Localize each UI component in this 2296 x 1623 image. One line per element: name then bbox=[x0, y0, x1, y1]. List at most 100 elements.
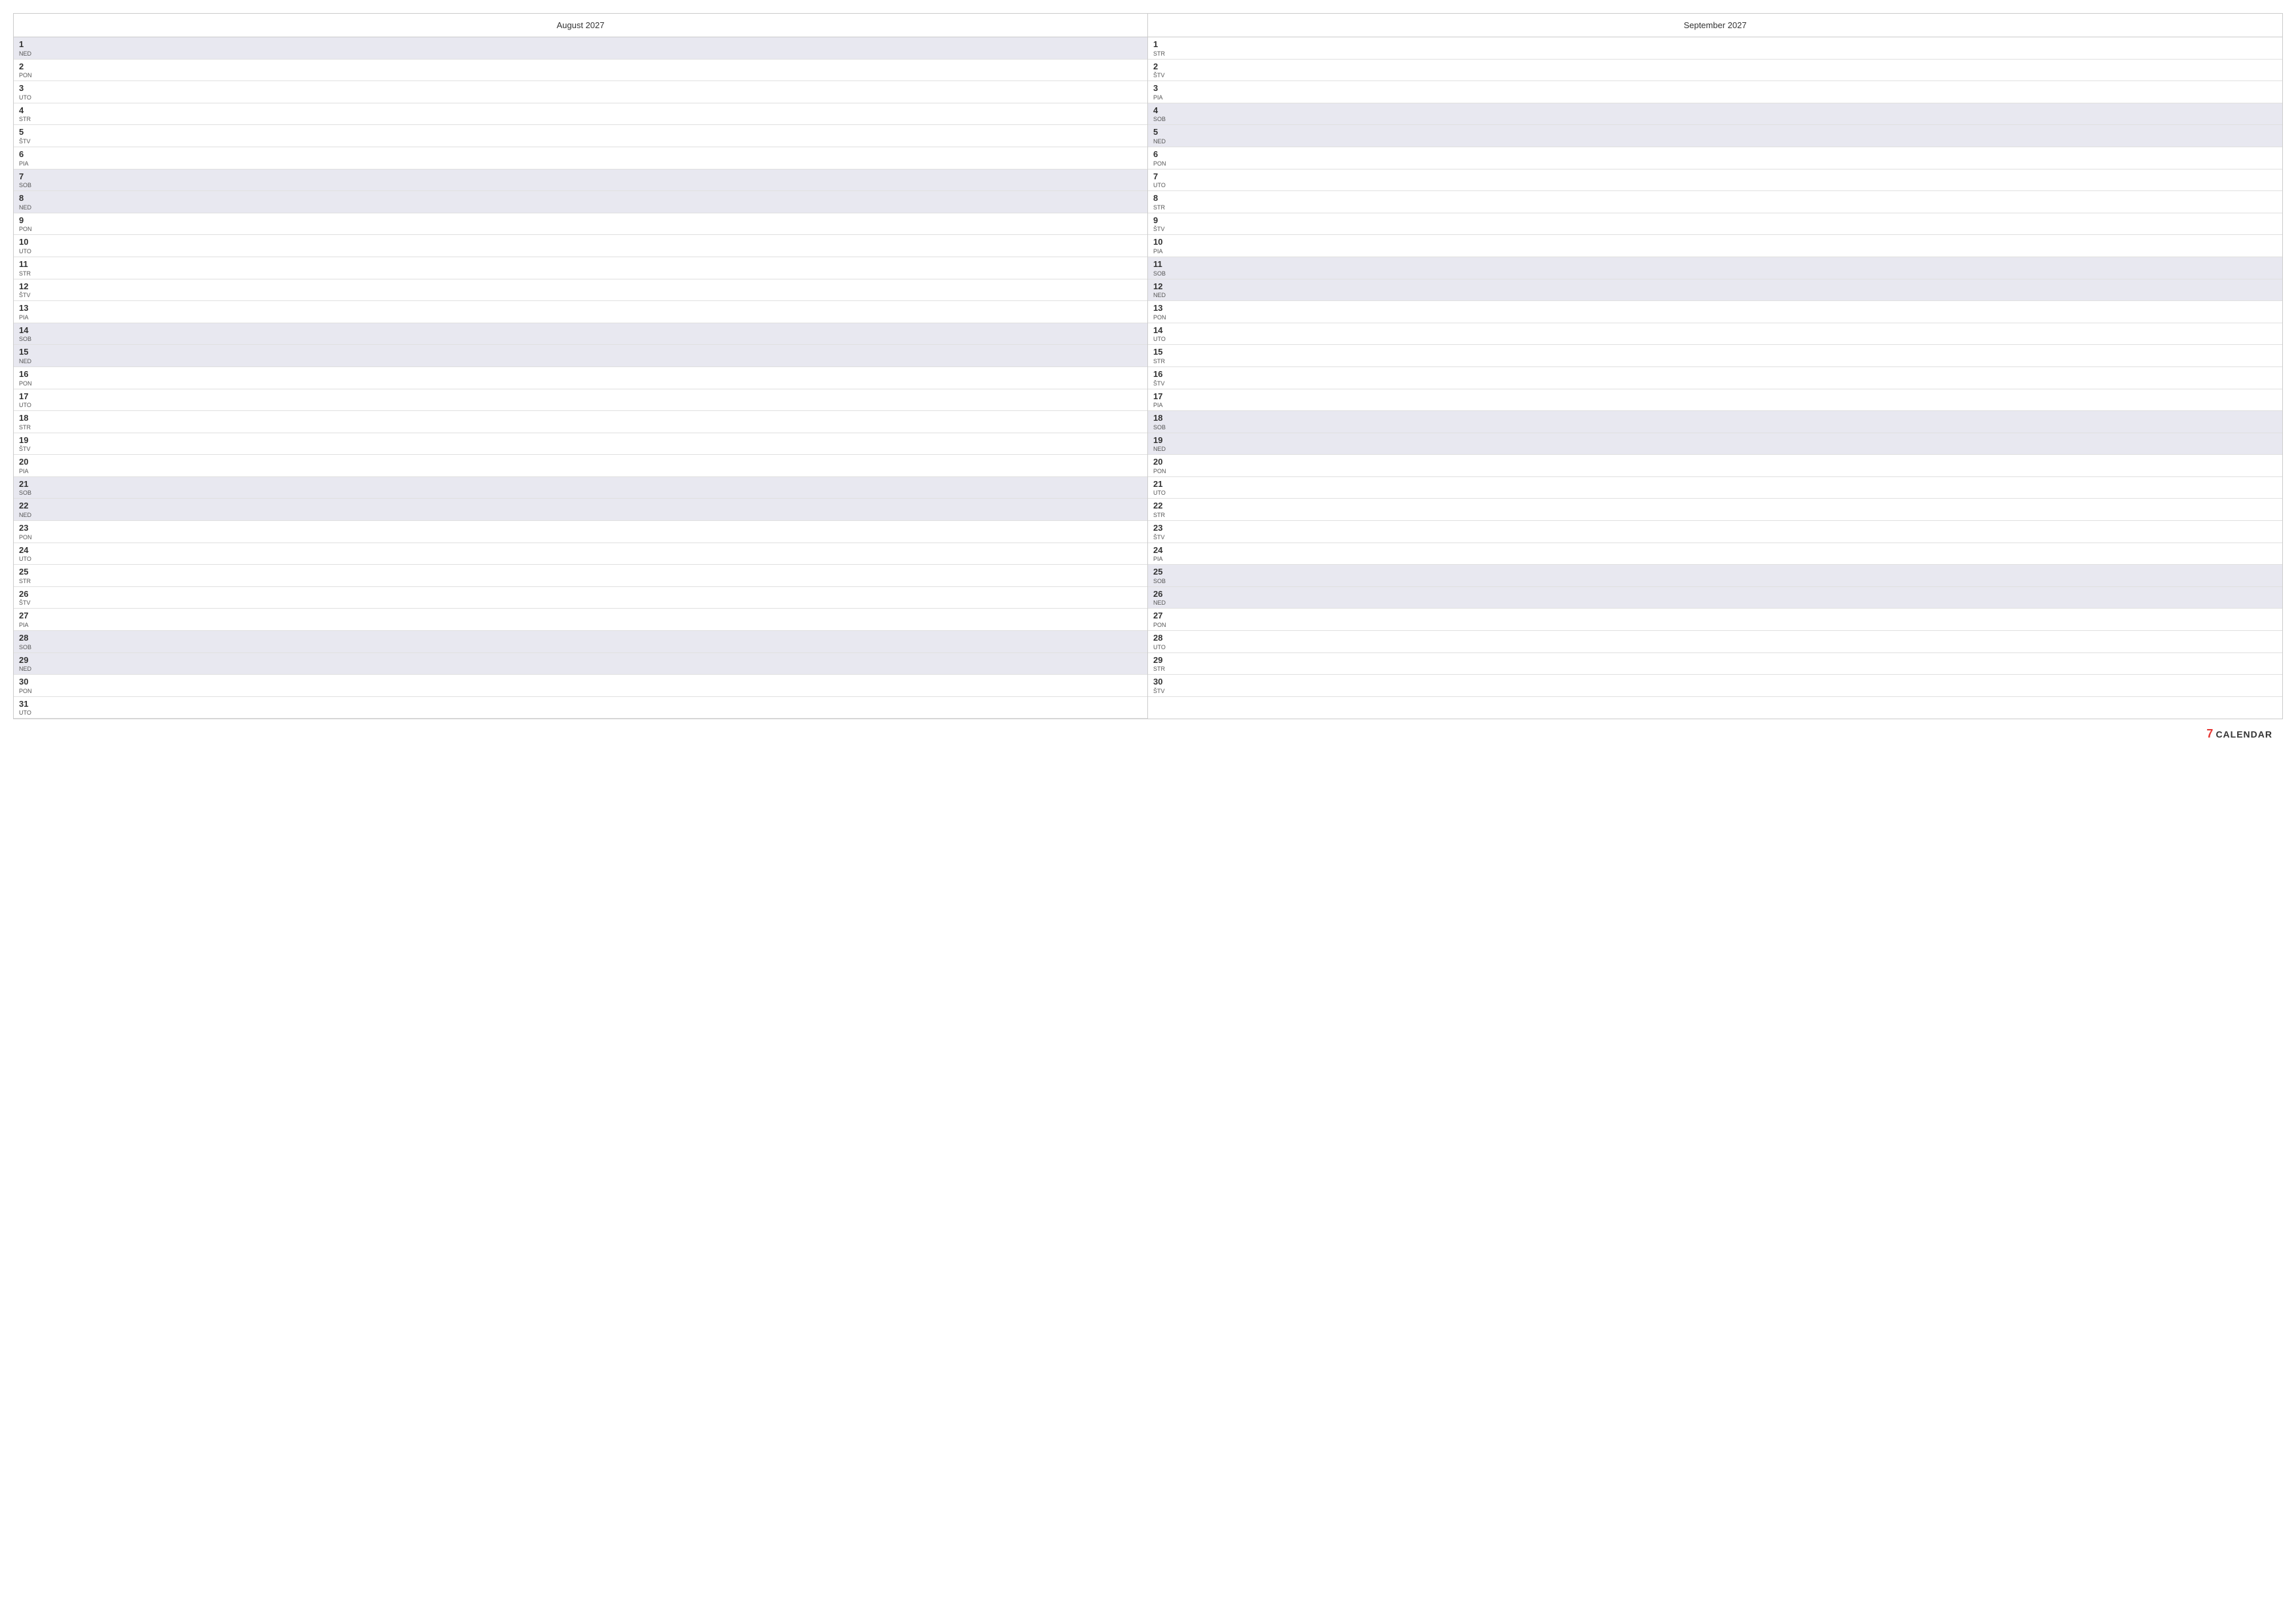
day-info: 26NED bbox=[1153, 589, 1168, 607]
day-info: 10UTO bbox=[19, 237, 33, 255]
day-info: 25STR bbox=[19, 567, 33, 584]
day-number: 3 bbox=[19, 83, 33, 94]
day-info: 4STR bbox=[19, 105, 33, 123]
day-name: PIA bbox=[1153, 402, 1168, 408]
day-row: 29STR bbox=[1148, 653, 2282, 675]
day-name: NED bbox=[1153, 600, 1168, 606]
day-name: PON bbox=[19, 688, 33, 694]
day-name: UTO bbox=[1153, 490, 1168, 496]
day-info: 2PON bbox=[19, 62, 33, 79]
day-name: NED bbox=[1153, 293, 1168, 298]
day-name: PON bbox=[19, 226, 33, 232]
day-row: 23 ŠTV bbox=[1148, 521, 2282, 543]
day-name: SOB bbox=[1153, 579, 1168, 584]
day-info: 25SOB bbox=[1153, 567, 1168, 584]
day-row: 13PON bbox=[1148, 301, 2282, 323]
day-name: ŠTV bbox=[1153, 226, 1168, 232]
day-info: 8NED bbox=[19, 193, 33, 211]
day-number: 13 bbox=[1153, 303, 1168, 313]
day-info: 12NED bbox=[1153, 281, 1168, 299]
day-name: PIA bbox=[19, 622, 33, 628]
day-info: 18STR bbox=[19, 413, 33, 431]
day-name: NED bbox=[19, 205, 33, 211]
day-name: SOB bbox=[19, 490, 33, 496]
day-row: 27PON bbox=[1148, 609, 2282, 631]
footer: 7 CALENDAR bbox=[13, 722, 2283, 746]
day-number: 16 bbox=[19, 369, 33, 380]
day-row: 11SOB bbox=[1148, 257, 2282, 279]
day-row: 5NED bbox=[1148, 125, 2282, 147]
day-row: 6PON bbox=[1148, 147, 2282, 169]
day-number: 15 bbox=[19, 347, 33, 357]
day-info: 17PIA bbox=[1153, 391, 1168, 409]
day-info: 30ŠTV bbox=[1153, 677, 1168, 694]
day-row: 1NED bbox=[14, 37, 1147, 60]
day-row: 17PIA bbox=[1148, 389, 2282, 412]
day-name: STR bbox=[19, 425, 33, 431]
day-row: 27PIA bbox=[14, 609, 1147, 631]
day-info: 11SOB bbox=[1153, 259, 1168, 277]
day-row: 28UTO bbox=[1148, 631, 2282, 653]
day-info: 8STR bbox=[1153, 193, 1168, 211]
day-info: 27PON bbox=[1153, 611, 1168, 628]
day-info: 26ŠTV bbox=[19, 589, 33, 607]
day-number: 24 bbox=[19, 545, 33, 556]
day-row: 24PIA bbox=[1148, 543, 2282, 565]
day-info: 17UTO bbox=[19, 391, 33, 409]
day-number: 16 bbox=[1153, 369, 1168, 380]
day-info: 27PIA bbox=[19, 611, 33, 628]
day-row: 31UTO bbox=[14, 697, 1147, 719]
day-number: 11 bbox=[19, 259, 33, 270]
day-row: 18STR bbox=[14, 411, 1147, 433]
day-row: 15STR bbox=[1148, 345, 2282, 367]
day-info: 23PON bbox=[19, 523, 33, 541]
day-name: PON bbox=[19, 73, 33, 79]
day-info: 11STR bbox=[19, 259, 33, 277]
day-number: 30 bbox=[1153, 677, 1168, 687]
month-header-0: August 2027 bbox=[14, 14, 1147, 37]
day-number: 26 bbox=[19, 589, 33, 599]
day-number: 9 bbox=[1153, 215, 1168, 226]
day-number: 5 bbox=[1153, 127, 1168, 137]
day-info: 4SOB bbox=[1153, 105, 1168, 123]
day-number: 27 bbox=[19, 611, 33, 621]
day-number: 22 bbox=[1153, 501, 1168, 511]
day-row: 1STR bbox=[1148, 37, 2282, 60]
day-name: PIA bbox=[19, 161, 33, 167]
day-number: 14 bbox=[1153, 325, 1168, 336]
day-info: 13PON bbox=[1153, 303, 1168, 321]
day-row: 25SOB bbox=[1148, 565, 2282, 587]
day-name: UTO bbox=[1153, 645, 1168, 651]
day-name: ŠTV bbox=[1153, 688, 1168, 694]
day-name: UTO bbox=[1153, 183, 1168, 188]
day-number: 4 bbox=[19, 105, 33, 116]
day-info: 23 ŠTV bbox=[1153, 523, 1168, 541]
day-info: 16ŠTV bbox=[1153, 369, 1168, 387]
day-info: 22NED bbox=[19, 501, 33, 518]
day-number: 3 bbox=[1153, 83, 1168, 94]
day-info: 29NED bbox=[19, 655, 33, 673]
day-name: PIA bbox=[1153, 249, 1168, 255]
day-name: PIA bbox=[19, 315, 33, 321]
day-row: 15NED bbox=[14, 345, 1147, 367]
day-row: 30PON bbox=[14, 675, 1147, 697]
day-number: 26 bbox=[1153, 589, 1168, 599]
day-number: 8 bbox=[19, 193, 33, 204]
day-number: 21 bbox=[19, 479, 33, 490]
day-info: 28UTO bbox=[1153, 633, 1168, 651]
logo-icon: 7 bbox=[2206, 727, 2213, 741]
day-row: 5ŠTV bbox=[14, 125, 1147, 147]
day-info: 21SOB bbox=[19, 479, 33, 497]
day-number: 27 bbox=[1153, 611, 1168, 621]
day-name: STR bbox=[19, 271, 33, 277]
day-number: 23 bbox=[1153, 523, 1168, 533]
day-row: 10PIA bbox=[1148, 235, 2282, 257]
day-number: 18 bbox=[1153, 413, 1168, 423]
day-name: UTO bbox=[19, 95, 33, 101]
day-number: 23 bbox=[19, 523, 33, 533]
day-name: ŠTV bbox=[1153, 535, 1168, 541]
day-number: 17 bbox=[19, 391, 33, 402]
day-name: ŠTV bbox=[19, 600, 33, 606]
day-info: 31UTO bbox=[19, 699, 33, 717]
day-row: 28SOB bbox=[14, 631, 1147, 653]
